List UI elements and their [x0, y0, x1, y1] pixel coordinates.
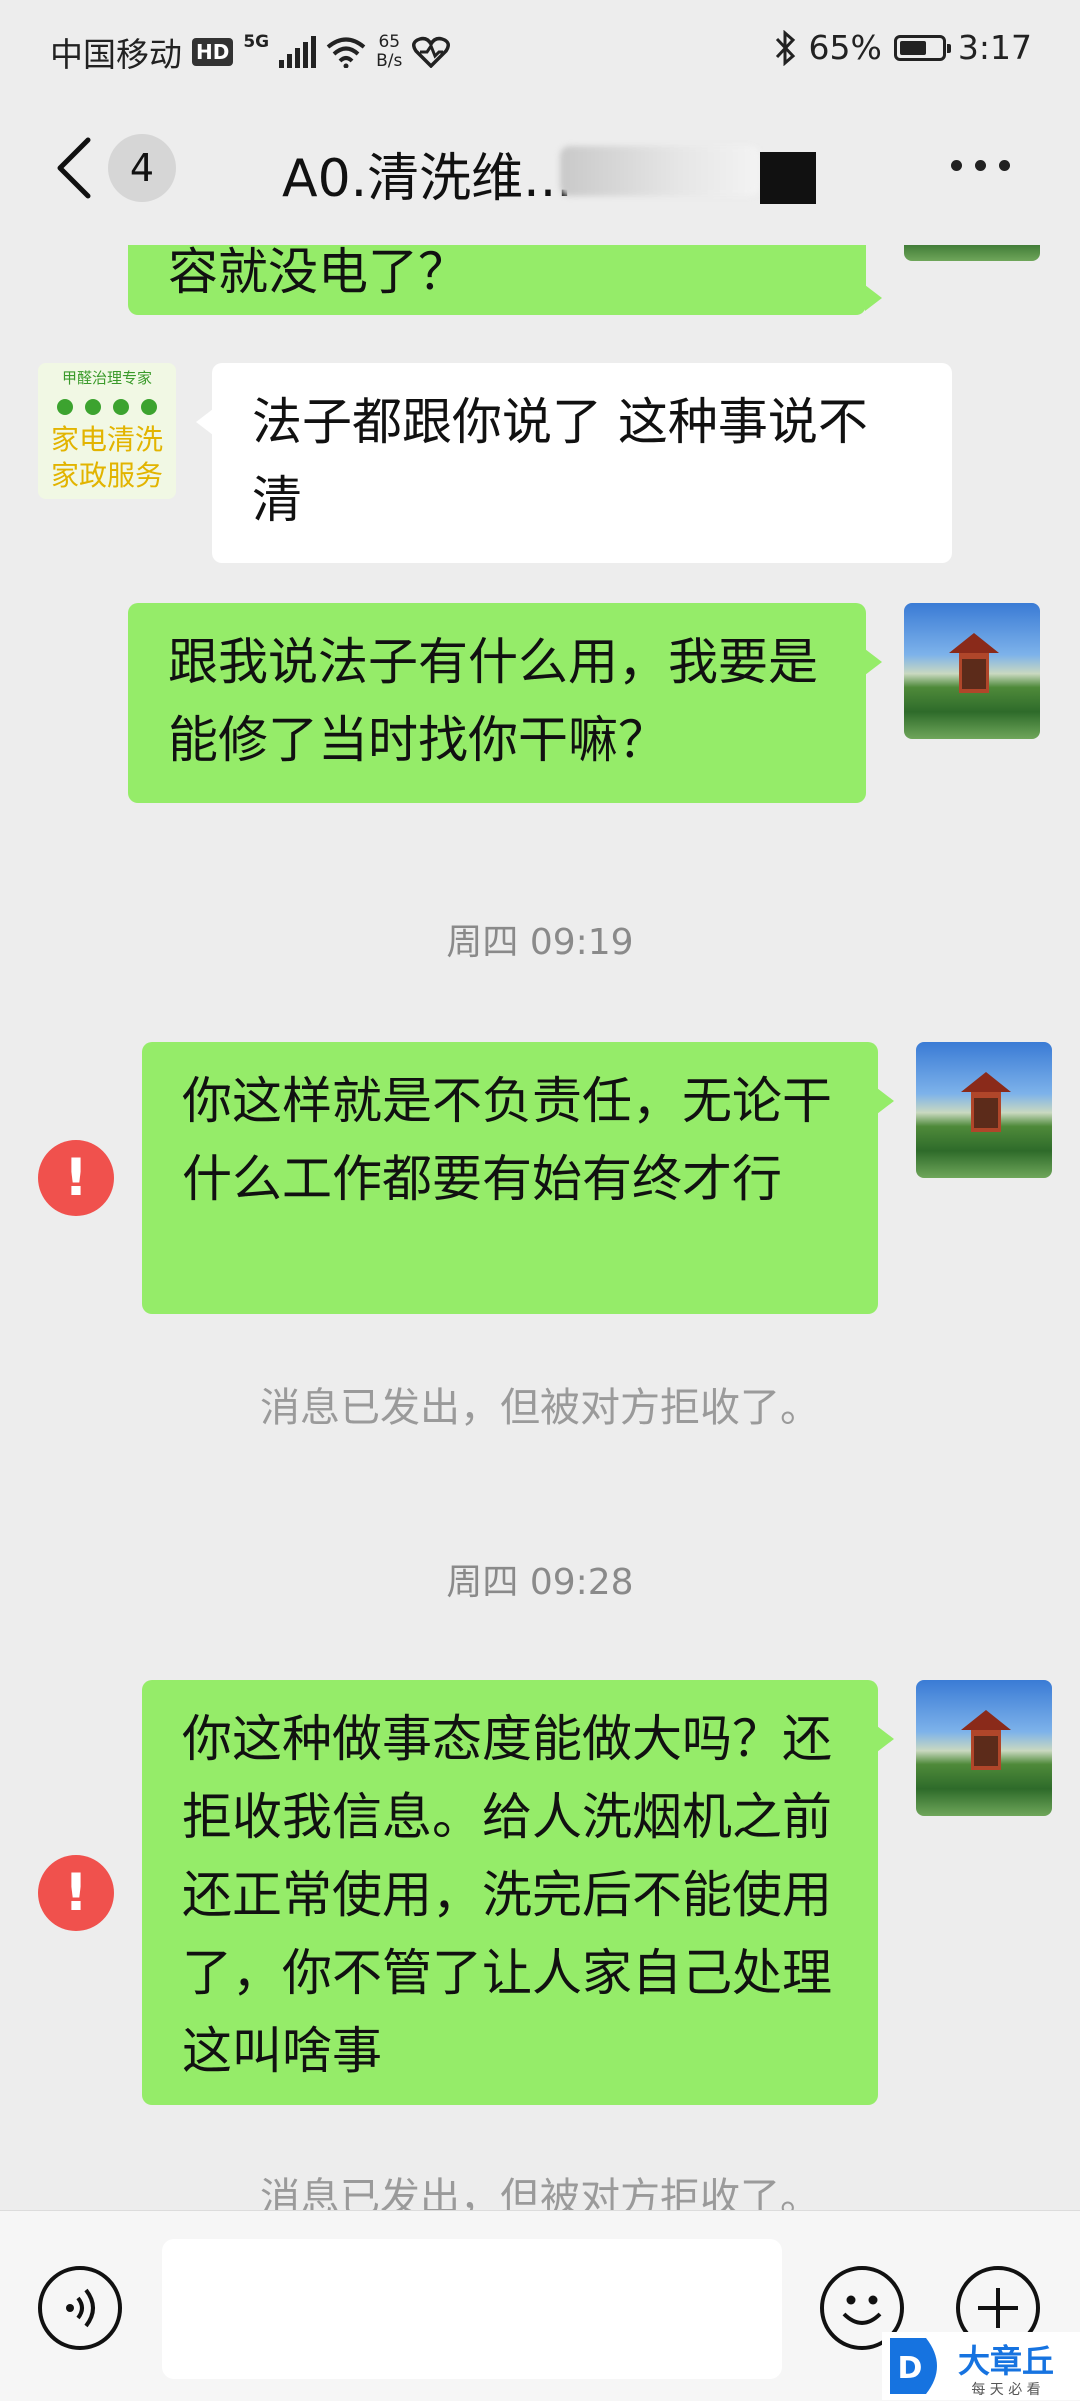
redacted-title-blur	[560, 146, 760, 196]
speed-unit: B/s	[376, 51, 403, 71]
signal-icon	[279, 36, 317, 68]
battery-level	[899, 40, 926, 55]
message-text: 你这种做事态度能做大吗？还拒收我信息。给人洗烟机之前还正常使用，洗完后不能使用了…	[182, 1710, 832, 2080]
pavilion-photo	[961, 1710, 1011, 1770]
chat-title: A0.清洗维...	[282, 149, 573, 209]
message-list[interactable]: 容就没电了？ 甲醛治理专家 家电清洗 家政服务 法子都跟你说了 这种事说不清 跟…	[0, 245, 1080, 2210]
status-bar: 中国移动 HD 5G 65 B/s 65% 3:17	[0, 0, 1080, 100]
message-text: 法子都跟你说了 这种事说不清	[252, 393, 868, 529]
unread-count-badge[interactable]: 4	[108, 134, 176, 202]
message-text: 你这样就是不负责任，无论干什么工作都要有始有终才行	[182, 1072, 832, 1208]
my-avatar[interactable]	[916, 1042, 1052, 1178]
timestamp: 周四 09:28	[446, 1562, 634, 1603]
my-avatar[interactable]	[904, 245, 1040, 261]
status-right: 65% 3:17	[773, 28, 1032, 67]
message-text: 跟我说法子有什么用，我要是能修了当时找你干嘛？	[168, 633, 818, 769]
network-speed: 65 B/s	[376, 33, 402, 71]
message-bubble-sent[interactable]: 跟我说法子有什么用，我要是能修了当时找你干嘛？	[128, 603, 882, 803]
message-input[interactable]	[162, 2239, 782, 2379]
battery-percent: 65%	[808, 28, 882, 67]
heart-rate-icon	[412, 36, 451, 68]
clock: 3:17	[957, 28, 1032, 67]
carrier-name: 中国移动	[50, 35, 182, 74]
contact-avatar[interactable]: 甲醛治理专家 家电清洗 家政服务	[38, 363, 176, 499]
watermark-logo: D 大章丘 每 天 必 看	[882, 2332, 1080, 2400]
hd-badge: HD	[192, 38, 234, 66]
message-bubble-received[interactable]: 法子都跟你说了 这种事说不清	[196, 363, 952, 563]
back-arrow-icon[interactable]	[50, 136, 98, 200]
contact-logo-icon: 甲醛治理专家 家电清洗 家政服务	[38, 363, 176, 499]
battery-icon	[893, 34, 951, 61]
bluetooth-icon	[775, 29, 795, 66]
voice-icon	[66, 2288, 95, 2328]
message-bubble-sent[interactable]: 容就没电了？	[128, 245, 882, 315]
rejected-notice: 消息已发出，但被对方拒收了。	[260, 1385, 820, 1431]
svg-text:D: D	[898, 2351, 923, 2386]
rejected-notice: 消息已发出，但被对方拒收了。	[260, 2175, 820, 2210]
send-failed-icon[interactable]: !	[38, 1140, 114, 1216]
chat-header: 4 A0.清洗维...	[0, 100, 1080, 245]
speed-value: 65	[378, 32, 401, 52]
my-avatar[interactable]	[904, 603, 1040, 739]
contact-logo-line2: 家电清洗	[51, 423, 163, 456]
send-failed-icon[interactable]: !	[38, 1855, 114, 1931]
message-bubble-sent[interactable]: 你这种做事态度能做大吗？还拒收我信息。给人洗烟机之前还正常使用，洗完后不能使用了…	[142, 1680, 894, 2105]
my-avatar[interactable]	[916, 1680, 1052, 1816]
network-type-label: 5G	[243, 32, 270, 52]
watermark-brand: 大章丘	[958, 2342, 1054, 2380]
more-options-icon[interactable]	[951, 160, 1010, 171]
timestamp: 周四 09:19	[446, 922, 634, 963]
contact-logo-line3: 家政服务	[51, 459, 163, 492]
status-left: 中国移动 HD 5G 65 B/s	[50, 28, 451, 76]
watermark-slogan: 每 天 必 看	[971, 2382, 1040, 2398]
redacted-title-block	[760, 152, 816, 204]
voice-input-button[interactable]	[38, 2266, 122, 2350]
wifi-icon	[326, 37, 366, 68]
pavilion-photo	[961, 1072, 1011, 1132]
message-bubble-sent[interactable]: 你这样就是不负责任，无论干什么工作都要有始有终才行	[142, 1042, 894, 1314]
message-text: 容就没电了？	[168, 245, 468, 301]
contact-logo-line1: 甲醛治理专家	[62, 369, 152, 387]
pavilion-photo	[949, 633, 999, 693]
